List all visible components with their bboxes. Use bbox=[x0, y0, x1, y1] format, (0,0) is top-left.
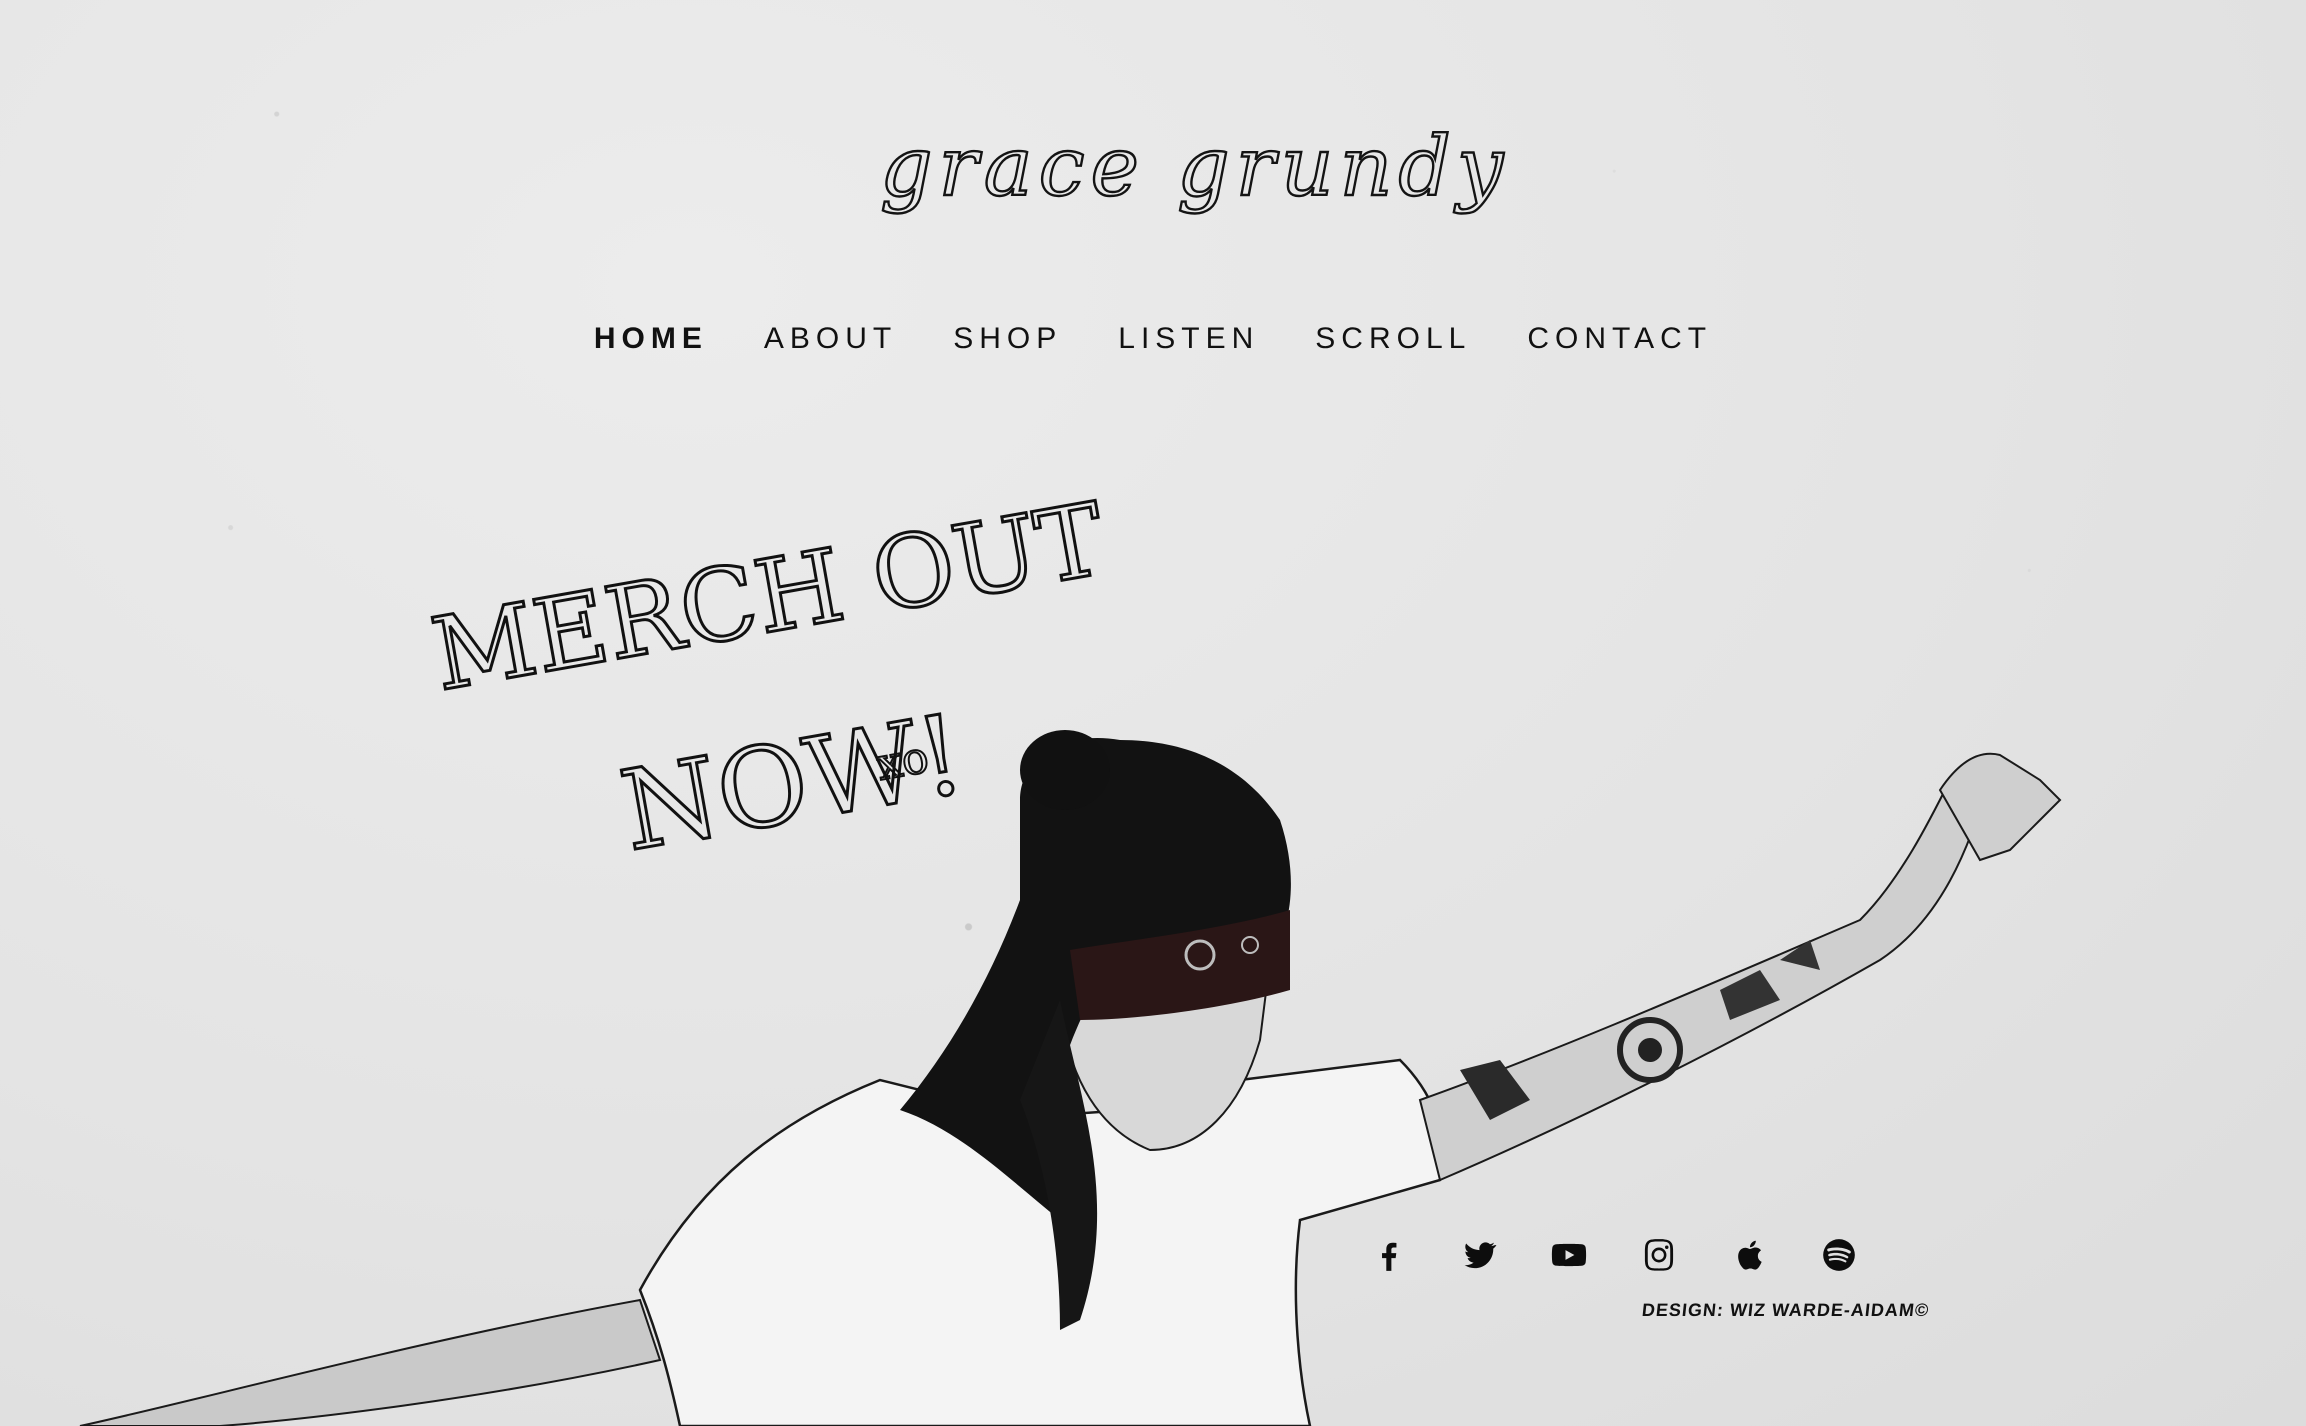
spotify-icon[interactable] bbox=[1820, 1236, 1858, 1274]
facebook-icon[interactable] bbox=[1370, 1236, 1408, 1274]
nav-item-listen[interactable]: LISTEN bbox=[1118, 322, 1259, 356]
nav-item-about[interactable]: ABOUT bbox=[764, 322, 897, 356]
merch-note-signoff: xo bbox=[873, 732, 932, 791]
social-links bbox=[1370, 1236, 1858, 1274]
instagram-icon[interactable] bbox=[1640, 1236, 1678, 1274]
youtube-icon[interactable] bbox=[1550, 1236, 1588, 1274]
nav-item-home[interactable]: HOME bbox=[594, 322, 708, 356]
apple-music-icon[interactable] bbox=[1730, 1236, 1768, 1274]
merch-note-line1: MERCH OUT bbox=[424, 480, 1113, 713]
nav-item-scroll[interactable]: SCROLL bbox=[1315, 322, 1471, 356]
logo-text: grace grundy bbox=[880, 120, 1509, 215]
twitter-icon[interactable] bbox=[1460, 1236, 1498, 1274]
site-logo[interactable]: grace grundy bbox=[870, 105, 1505, 235]
nav-item-contact[interactable]: CONTACT bbox=[1527, 322, 1712, 356]
merch-announcement[interactable]: MERCH OUT NOW! xo bbox=[422, 479, 1114, 910]
page: grace grundy HOME ABOUT SHOP LISTEN SCRO… bbox=[0, 0, 2306, 1426]
nav-item-shop[interactable]: SHOP bbox=[953, 322, 1062, 356]
design-credit[interactable]: DESIGN: WIZ WARDE-AIDAM© bbox=[1641, 1300, 1930, 1321]
main-nav: HOME ABOUT SHOP LISTEN SCROLL CONTACT bbox=[0, 322, 2306, 356]
